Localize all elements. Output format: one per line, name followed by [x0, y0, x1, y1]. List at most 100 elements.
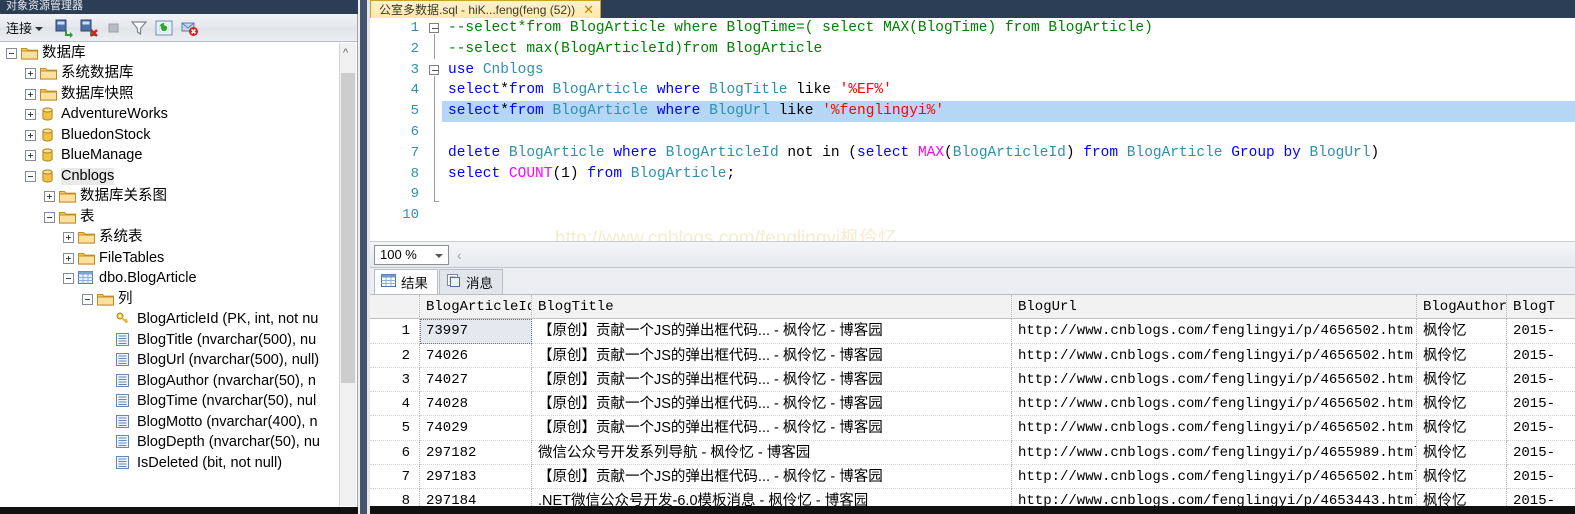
tree-node[interactable]: BlogTime (nvarchar(50), nul	[0, 392, 340, 413]
expand-icon[interactable]	[63, 232, 74, 244]
tree-node[interactable]: 系统表	[0, 228, 340, 249]
grid-cell-BlogAuthor[interactable]: 枫伶忆	[1417, 440, 1507, 466]
grid-cell-BlogArticleId[interactable]: 74028	[420, 392, 532, 417]
connect-button[interactable]: 连接	[4, 17, 47, 38]
grid-cell-BlogUrl[interactable]: http://www.cnblogs.com/fenglingyi/p/4656…	[1012, 392, 1417, 417]
grid-cell-BlogTitle[interactable]: 【原创】贡献一个JS的弹出框代码... - 枫伶忆 - 博客园	[532, 367, 1012, 393]
scroll-up-icon[interactable]: ^	[343, 47, 348, 59]
tree-node[interactable]: BlogArticleId (PK, int, not nu	[0, 310, 340, 331]
collapse-icon[interactable]	[63, 273, 74, 285]
remove-icon[interactable]	[178, 17, 200, 39]
tree-node[interactable]: BlogDepth (nvarchar(50), nu	[0, 433, 340, 454]
expand-icon[interactable]	[25, 68, 36, 80]
code-line[interactable]: select*from BlogArticle where BlogUrl li…	[442, 101, 1575, 122]
row-number[interactable]: 3	[370, 367, 420, 393]
editor-outline-margin[interactable]	[426, 18, 442, 241]
connect-icon[interactable]	[53, 17, 75, 39]
collapse-box-1[interactable]	[429, 23, 439, 33]
grid-column-header[interactable]: BlogArticleId	[420, 295, 532, 319]
collapse-icon[interactable]	[44, 211, 55, 223]
row-number[interactable]: 2	[370, 343, 420, 368]
row-number[interactable]: 4	[370, 392, 420, 417]
table-row[interactable]: 8 297184 .NET微信公众号开发-6.0模板消息 - 枫伶忆 - 博客园 ht…	[370, 489, 1575, 506]
grid-cell-BlogUrl[interactable]: http://www.cnblogs.com/fenglingyi/p/4656…	[1012, 367, 1417, 393]
grid-cell-BlogArticleId[interactable]: 297184	[420, 489, 532, 506]
grid-cell-BlogUrl[interactable]: http://www.cnblogs.com/fenglingyi/p/4656…	[1012, 416, 1417, 441]
grid-cell-BlogAuthor[interactable]: 枫伶忆	[1417, 367, 1507, 393]
tree-node[interactable]: BlogTitle (nvarchar(500), nu	[0, 330, 340, 351]
collapse-icon[interactable]	[25, 170, 36, 182]
code-line[interactable]	[442, 122, 1575, 143]
grid-cell-BlogArticleId[interactable]: 74027	[420, 367, 532, 393]
tree-node[interactable]: 数据库	[0, 43, 340, 64]
disconnect-icon[interactable]	[78, 17, 100, 39]
table-row[interactable]: 1 73997 【原创】贡献一个JS的弹出框代码... - 枫伶忆 - 博客园 htt…	[370, 319, 1575, 344]
result-tab-messages[interactable]: 消息	[439, 269, 503, 294]
row-number[interactable]: 5	[370, 416, 420, 441]
filter-icon[interactable]	[128, 17, 150, 39]
collapse-icon[interactable]	[82, 293, 93, 305]
table-row[interactable]: 2 74026 【原创】贡献一个JS的弹出框代码... - 枫伶忆 - 博客园 htt…	[370, 343, 1575, 368]
refresh-icon[interactable]	[153, 17, 175, 39]
code-line[interactable]: --select*from BlogArticle where BlogTime…	[442, 18, 1575, 39]
grid-column-header[interactable]	[370, 295, 420, 319]
grid-cell-BlogArticleId[interactable]: 73997	[420, 319, 532, 344]
tree-node[interactable]: IsDeleted (bit, not null)	[0, 453, 340, 474]
grid-cell-BlogUrl[interactable]: http://www.cnblogs.com/fenglingyi/p/4653…	[1012, 489, 1417, 506]
collapse-icon[interactable]	[6, 47, 17, 59]
code-line[interactable]	[442, 184, 1575, 205]
grid-cell-BlogTitle[interactable]: 【原创】贡献一个JS的弹出框代码... - 枫伶忆 - 博客园	[532, 465, 1012, 490]
result-tab-results[interactable]: 结果	[374, 269, 438, 294]
scrollbar-thumb[interactable]	[341, 73, 355, 383]
grid-cell-BlogUrl[interactable]: http://www.cnblogs.com/fenglingyi/p/4655…	[1012, 440, 1417, 466]
grid-cell-BlogArticleId[interactable]: 74029	[420, 416, 532, 441]
grid-cell-BlogTime[interactable]: 2015-	[1507, 319, 1575, 344]
tree-node[interactable]: 列	[0, 289, 340, 310]
row-number[interactable]: 1	[370, 319, 420, 344]
grid-cell-BlogAuthor[interactable]: 枫伶忆	[1417, 392, 1507, 417]
grid-cell-BlogAuthor[interactable]: 枫伶忆	[1417, 343, 1507, 368]
code-line[interactable]: --select max(BlogArticleId)from BlogArti…	[442, 39, 1575, 60]
grid-cell-BlogTime[interactable]: 2015-	[1507, 441, 1575, 466]
grid-cell-BlogArticleId[interactable]: 297183	[420, 465, 532, 490]
document-tab-query[interactable]: 公室多数据.sql - hiK...feng(feng (52)) ✕	[370, 0, 601, 18]
expand-icon[interactable]	[25, 129, 36, 141]
grid-cell-BlogUrl[interactable]: http://www.cnblogs.com/fenglingyi/p/4656…	[1012, 465, 1417, 490]
grid-cell-BlogTime[interactable]: 2015-	[1507, 465, 1575, 490]
tree-node[interactable]: BluedonStock	[0, 125, 340, 146]
grid-cell-BlogTitle[interactable]: 【原创】贡献一个JS的弹出框代码... - 枫伶忆 - 博客园	[532, 416, 1012, 441]
tree-node[interactable]: FileTables	[0, 248, 340, 269]
table-row[interactable]: 7 297183 【原创】贡献一个JS的弹出框代码... - 枫伶忆 - 博客园 ht…	[370, 465, 1575, 490]
expand-icon[interactable]	[25, 109, 36, 121]
grid-cell-BlogUrl[interactable]: http://www.cnblogs.com/fenglingyi/p/4656…	[1012, 319, 1417, 344]
row-number[interactable]: 6	[370, 440, 420, 466]
tree-node[interactable]: BlogAuthor (nvarchar(50), n	[0, 371, 340, 392]
code-line[interactable]	[442, 205, 1575, 226]
grid-cell-BlogTime[interactable]: 2015-	[1507, 368, 1575, 393]
tree-node[interactable]: dbo.BlogArticle	[0, 269, 340, 290]
expand-icon[interactable]	[25, 150, 36, 162]
grid-column-header[interactable]: BlogUrl	[1012, 295, 1417, 319]
tree-node[interactable]: AdventureWorks	[0, 105, 340, 126]
grid-cell-BlogAuthor[interactable]: 枫伶忆	[1417, 465, 1507, 490]
grid-cell-BlogTitle[interactable]: 【原创】贡献一个JS的弹出框代码... - 枫伶忆 - 博客园	[532, 392, 1012, 417]
grid-cell-BlogTitle[interactable]: 【原创】贡献一个JS的弹出框代码... - 枫伶忆 - 博客园	[532, 319, 1012, 344]
row-number[interactable]: 7	[370, 465, 420, 490]
grid-column-header[interactable]: BlogAuthor	[1417, 295, 1507, 319]
tree-vertical-scrollbar[interactable]: ^	[339, 43, 356, 506]
code-line[interactable]: select*from BlogArticle where BlogTitle …	[442, 80, 1575, 101]
collapse-box-3[interactable]	[429, 65, 439, 75]
sql-editor[interactable]: 1 2 3 4 5 6 7 8 9 10 --select*from BlogArticle wh…	[370, 18, 1575, 242]
expand-icon[interactable]	[63, 252, 74, 264]
table-row[interactable]: 5 74029 【原创】贡献一个JS的弹出框代码... - 枫伶忆 - 博客园 htt…	[370, 416, 1575, 441]
table-row[interactable]: 3 74027 【原创】贡献一个JS的弹出框代码... - 枫伶忆 - 博客园 htt…	[370, 367, 1575, 393]
grid-cell-BlogTime[interactable]: 2015-	[1507, 489, 1575, 506]
tree-node[interactable]: BlogUrl (nvarchar(500), null)	[0, 351, 340, 372]
grid-cell-BlogTime[interactable]: 2015-	[1507, 344, 1575, 368]
grid-cell-BlogTitle[interactable]: .NET微信公众号开发-6.0模板消息 - 枫伶忆 - 博客园	[532, 489, 1012, 506]
grid-cell-BlogTitle[interactable]: 【原创】贡献一个JS的弹出框代码... - 枫伶忆 - 博客园	[532, 343, 1012, 368]
table-row[interactable]: 4 74028 【原创】贡献一个JS的弹出框代码... - 枫伶忆 - 博客园 htt…	[370, 392, 1575, 417]
grid-cell-BlogAuthor[interactable]: 枫伶忆	[1417, 416, 1507, 441]
zoom-level-combobox[interactable]: 100 %	[374, 244, 449, 265]
grid-column-header[interactable]: BlogT	[1507, 295, 1575, 319]
